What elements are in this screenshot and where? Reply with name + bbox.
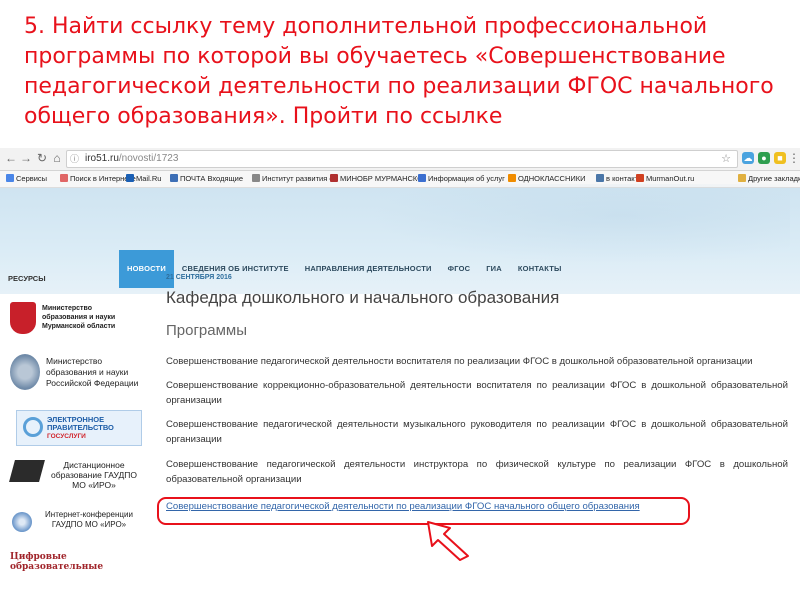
gosuslugi-line3: ГОСУСЛУГИ (47, 433, 86, 440)
banner-murmansk-text: Министерство образования и науки Мурманс… (42, 305, 116, 330)
green-extension-icon[interactable]: ● (758, 152, 770, 164)
bookmark-item[interactable]: Институт развития об (252, 171, 338, 187)
menu-item[interactable]: НАПРАВЛЕНИЯ ДЕЯТЕЛЬНОСТИ (297, 250, 440, 288)
bookmark-favicon-icon (508, 174, 516, 182)
slide-instruction: 5. Найти ссылку тему дополнительной проф… (24, 14, 774, 129)
bookmark-favicon-icon (418, 174, 426, 182)
bookmark-favicon-icon (738, 174, 746, 182)
banner-distance-education[interactable]: Дистанционное образование ГАУДПО МО «ИРО… (8, 456, 143, 498)
home-icon[interactable]: ⌂ (50, 151, 64, 165)
forward-icon[interactable]: → (19, 151, 33, 165)
address-bar[interactable]: ⓘ iro51.ru/novosti/1723 ☆ (66, 150, 738, 168)
banner-conference-text: Интернет-конференции ГАУДПО МО «ИРО» (45, 510, 133, 529)
banner-distance-text: Дистанционное образование ГАУДПО МО «ИРО… (51, 460, 137, 490)
main-menu: НОВОСТИ СВЕДЕНИЯ ОБ ИНСТИТУТЕ НАПРАВЛЕНИЯ … (119, 250, 570, 288)
menu-item[interactable]: ФГОС (440, 250, 479, 288)
url-path: /novosti/1723 (118, 153, 179, 164)
bookmark-favicon-icon (170, 174, 178, 182)
banner-internet-conferences[interactable]: Интернет-конференции ГАУДПО МО «ИРО» (8, 506, 143, 548)
url-text: iro51.ru/novosti/1723 (85, 151, 178, 167)
bookmark-item[interactable]: ПОЧТА Входящие (170, 171, 243, 187)
bookmark-favicon-icon (596, 174, 604, 182)
bookmark-favicon-icon (330, 174, 338, 182)
bookmark-label: MurmanOut.ru (646, 174, 695, 183)
bookmark-favicon-icon (6, 174, 14, 182)
gosuslugi-line2: ПРАВИТЕЛЬСТВО (47, 423, 114, 432)
bookmark-label: МИНОБР МУРМАНСКО (340, 174, 424, 183)
gosuslugi-box: ЭЛЕКТРОННОЕ ПРАВИТЕЛЬСТВО ГОСУСЛУГИ (16, 410, 142, 446)
reload-icon[interactable]: ↻ (35, 151, 49, 165)
bookmark-label: Институт развития об (262, 174, 338, 183)
sidebar-title: РЕСУРСЫ (8, 274, 46, 283)
pointer-arrow-icon (427, 521, 469, 561)
graduation-cap-icon (9, 460, 45, 482)
banner-digital-resources[interactable]: Цифровые образовательные (10, 552, 110, 572)
cloud-extension-icon[interactable]: ☁ (742, 152, 754, 164)
bookmark-label: Другие закладк (748, 174, 800, 183)
programs-heading: Программы (166, 322, 248, 339)
bookmark-favicon-icon (60, 174, 68, 182)
browser-toolbar: ← → ↻ ⌂ ⓘ iro51.ru/novosti/1723 ☆ ☁ ● ■ … (0, 148, 800, 171)
bookmark-label: Сервисы (16, 174, 48, 183)
bookmark-item[interactable]: Поиск в Интернете (60, 171, 136, 187)
bookmark-label: Информация об услуг (428, 174, 505, 183)
program-link-3[interactable]: Совершенствование педагогической деятель… (166, 417, 788, 447)
yellow-extension-icon[interactable]: ■ (774, 152, 786, 164)
bookmark-favicon-icon (126, 174, 134, 182)
banner-russia-text: Министерство образования и науки Российс… (46, 356, 139, 388)
url-host: iro51.ru (85, 153, 119, 164)
bookmark-label: Mail.Ru (136, 174, 162, 183)
bookmark-star-icon[interactable]: ☆ (721, 151, 731, 167)
menu-item[interactable]: КОНТАКТЫ (510, 250, 570, 288)
back-icon[interactable]: ← (4, 151, 18, 165)
program-link-4[interactable]: Совершенствование педагогической деятель… (166, 457, 788, 487)
page-heading: Кафедра дошкольного и начального образов… (166, 288, 560, 307)
news-date: 21 СЕНТЯБРЯ 2016 (166, 274, 232, 281)
program-link-1[interactable]: Совершенствование педагогической деятель… (166, 354, 788, 369)
murmansk-emblem-icon (10, 302, 36, 334)
conference-globe-icon (12, 512, 32, 532)
bookmark-favicon-icon (636, 174, 644, 182)
gosuslugi-logo-icon (23, 417, 43, 437)
bookmark-favicon-icon (252, 174, 260, 182)
bookmark-item[interactable]: Сервисы (6, 171, 47, 187)
info-icon[interactable]: ⓘ (70, 151, 79, 167)
menu-icon[interactable]: ⋮ (787, 151, 800, 165)
bookmark-label: ОДНОКЛАССНИКИ (518, 174, 586, 183)
banner-gosuslugi[interactable]: ЭЛЕКТРОННОЕ ПРАВИТЕЛЬСТВО ГОСУСЛУГИ (8, 410, 143, 452)
menu-item[interactable]: СВЕДЕНИЯ ОБ ИНСТИТУТЕ (174, 250, 297, 288)
program-link-2[interactable]: Совершенствование коррекционно-образоват… (166, 378, 788, 408)
menu-item[interactable]: ГИА (478, 250, 510, 288)
sidebar-resources: РЕСУРСЫ Министерство образования и науки… (8, 274, 148, 572)
bookmark-item[interactable]: Mail.Ru (126, 171, 161, 187)
russia-emblem-icon (10, 354, 40, 390)
bookmark-label: ПОЧТА Входящие (180, 174, 244, 183)
banner-murmansk-ministry[interactable]: Министерство образования и науки Мурманс… (8, 298, 143, 340)
banner-russia-ministry[interactable]: Министерство образования и науки Российс… (8, 352, 143, 394)
